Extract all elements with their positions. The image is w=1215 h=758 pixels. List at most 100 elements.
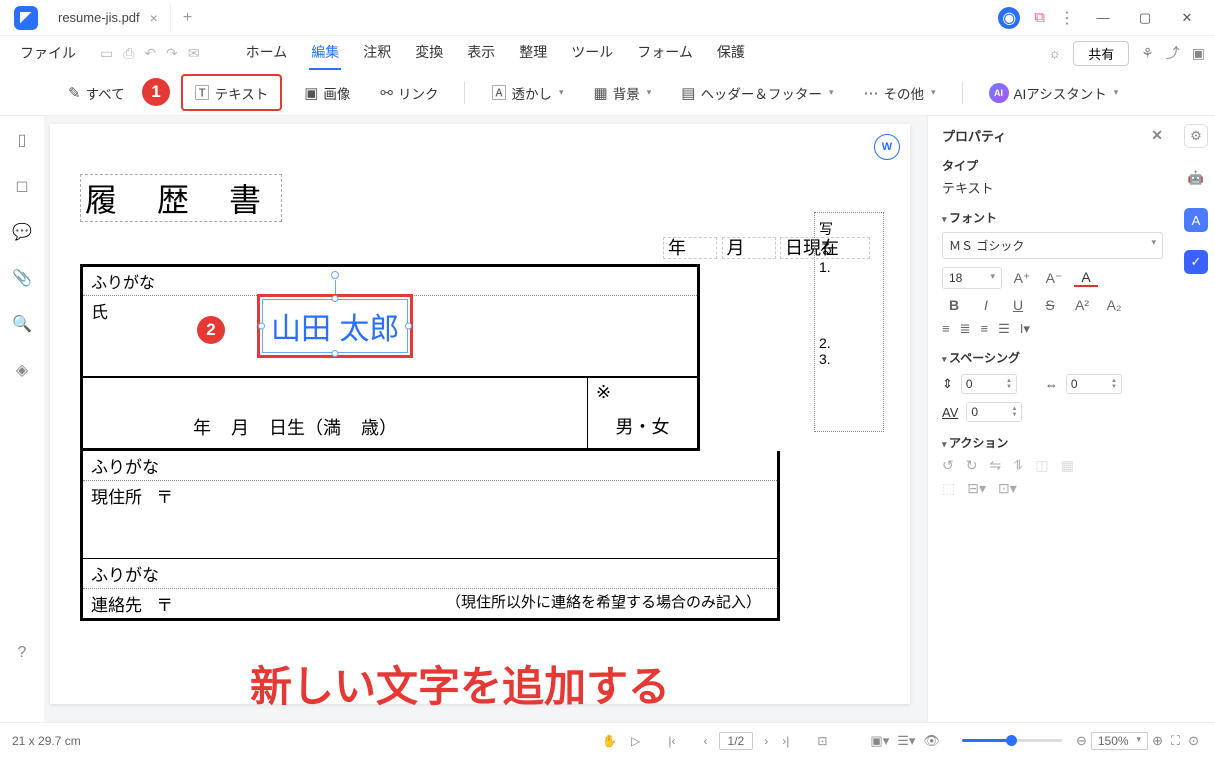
flip-h-icon[interactable]: ⇋ (989, 457, 1001, 474)
tab-convert[interactable]: 変換 (413, 36, 445, 70)
attachments-icon[interactable]: 📎 (12, 268, 32, 288)
tab-form[interactable]: フォーム (635, 36, 695, 70)
ai-chat-icon[interactable]: 🤖 (1184, 166, 1208, 190)
rotate-right-icon[interactable]: ↻ (966, 457, 978, 474)
close-panel-icon[interactable]: ✕ (1151, 127, 1163, 144)
font-color-icon[interactable]: A (1074, 269, 1098, 287)
more-status-icon[interactable]: ⊙ (1188, 733, 1199, 749)
italic-button[interactable]: I (974, 297, 998, 313)
font-section-label[interactable]: フォント (942, 209, 1163, 226)
gender-cell[interactable]: ※ 男・女 (587, 378, 697, 448)
text-tool-button[interactable]: 🅃 テキスト (181, 74, 283, 111)
fit-page-icon[interactable]: ▣▾ (870, 733, 889, 749)
view-mode-icon[interactable]: ☰▾ (897, 733, 915, 749)
open-icon[interactable]: ▭ (100, 45, 113, 62)
kebab-menu-icon[interactable]: ⋮ (1059, 8, 1075, 28)
prev-page-icon[interactable]: ‹ (701, 734, 711, 748)
extract-icon[interactable]: ⬚ (942, 480, 955, 497)
save-icon[interactable]: ✉ (188, 45, 200, 62)
align-justify-icon[interactable]: ☰ (998, 321, 1010, 337)
new-tab-button[interactable]: + (171, 9, 204, 27)
hand-tool-icon[interactable]: ✋ (599, 734, 620, 748)
resize-handle-right[interactable] (405, 323, 412, 330)
superscript-button[interactable]: A² (1070, 297, 1094, 313)
tab-close-icon[interactable]: × (150, 10, 158, 26)
address-row[interactable]: 現住所 〒 (83, 481, 777, 559)
tab-tools[interactable]: ツール (569, 36, 615, 70)
all-edit-button[interactable]: ✎ すべて (60, 78, 133, 108)
other-button[interactable]: ⋯ その他▾ (855, 78, 943, 108)
export-word-badge[interactable]: W (874, 134, 900, 160)
font-family-select[interactable]: ＭＳ ゴシック▾ (942, 232, 1163, 259)
crop-icon[interactable]: ◫ (1035, 457, 1048, 474)
search-icon[interactable]: 🔍 (12, 314, 32, 334)
ai-assistant-button[interactable]: AI AIアシスタント▾ (981, 78, 1127, 108)
select-tool-icon[interactable]: ▷ (628, 734, 643, 748)
settings-icon[interactable]: ▣ (1192, 45, 1205, 62)
image-tool-button[interactable]: ▣ 画像 (296, 78, 358, 108)
first-page-icon[interactable]: |‹ (665, 734, 678, 748)
rotate-handle[interactable] (331, 271, 339, 279)
furigana-label-1[interactable]: ふりがな (83, 267, 163, 295)
subscript-button[interactable]: A₂ (1102, 297, 1126, 313)
upload-icon[interactable]: ⤴ (1166, 43, 1180, 63)
page-number-input[interactable]: 1/2 (719, 732, 754, 750)
photo-placeholder[interactable]: 写 る 1. 2. 3. (814, 212, 884, 432)
decrease-size-icon[interactable]: A⁻ (1042, 270, 1066, 287)
tab-organize[interactable]: 整理 (517, 36, 549, 70)
increase-size-icon[interactable]: A⁺ (1010, 270, 1034, 287)
char-spacing-input[interactable]: 0▲▼ (1066, 374, 1122, 394)
share-button[interactable]: 共有 (1073, 41, 1129, 66)
document-tab[interactable]: resume-jis.pdf × (46, 4, 171, 32)
next-page-icon[interactable]: › (761, 734, 771, 748)
link-tool-button[interactable]: ⚯ リンク (372, 78, 446, 108)
watermark-button[interactable]: 🄰 透かし▾ (483, 77, 571, 108)
rotate-left-icon[interactable]: ↺ (942, 457, 954, 474)
resize-handle-top[interactable] (332, 295, 339, 302)
redo-icon[interactable]: ↷ (166, 45, 178, 62)
furigana-label-3[interactable]: ふりがな (83, 559, 777, 589)
account-icon[interactable]: ◉ (998, 7, 1020, 29)
panel-toggle-icon[interactable]: ⚙ (1184, 124, 1208, 148)
kerning-input[interactable]: 0▲▼ (966, 402, 1022, 422)
zoom-slider[interactable] (962, 739, 1062, 742)
replace-icon[interactable]: ▦ (1061, 457, 1074, 474)
file-menu[interactable]: ファイル (10, 39, 86, 67)
bookmarks-icon[interactable]: ◻ (15, 176, 28, 196)
text-direction-icon[interactable]: I▾ (1020, 321, 1030, 337)
fit-width-icon[interactable]: ⊡ (814, 734, 830, 748)
header-footer-button[interactable]: ▤ ヘッダー＆フッター▾ (673, 78, 841, 108)
zoom-out-icon[interactable]: ⊖ (1076, 733, 1087, 749)
distribute-icon[interactable]: ⊡▾ (998, 480, 1017, 497)
resize-handle-bottom[interactable] (332, 350, 339, 357)
selected-text-box[interactable]: 山田 太郎 (257, 294, 413, 358)
minimize-button[interactable]: — (1089, 4, 1117, 32)
align-center-icon[interactable]: ≣ (960, 321, 971, 337)
flip-v-icon[interactable]: ⥮ (1013, 457, 1023, 474)
layers-icon[interactable]: ◈ (16, 360, 28, 380)
tab-edit[interactable]: 編集 (309, 36, 341, 70)
line-spacing-input[interactable]: 0▲▼ (961, 374, 1017, 394)
tab-annotate[interactable]: 注釈 (361, 36, 393, 70)
font-size-select[interactable]: 18▾ (942, 267, 1002, 289)
translate-icon[interactable]: A (1184, 208, 1208, 232)
background-button[interactable]: ▦ 背景▾ (586, 78, 660, 108)
lightbulb-icon[interactable]: ☼ (1048, 45, 1061, 61)
shi-label[interactable]: 氏 (83, 296, 137, 376)
align-left-icon[interactable]: ≡ (942, 321, 950, 337)
read-mode-icon[interactable]: 👁 (923, 733, 940, 749)
undo-icon[interactable]: ↶ (144, 45, 156, 62)
close-window-button[interactable]: ✕ (1173, 4, 1201, 32)
resize-handle-left[interactable] (258, 323, 265, 330)
comments-icon[interactable]: 💬 (12, 222, 32, 242)
thumbnails-icon[interactable]: ▯ (18, 130, 27, 150)
action-section-label[interactable]: アクション (942, 434, 1163, 451)
spacing-section-label[interactable]: スペーシング (942, 349, 1163, 366)
align-right-icon[interactable]: ≡ (981, 321, 989, 337)
check-icon[interactable]: ✓ (1184, 250, 1208, 274)
tab-home[interactable]: ホーム (244, 36, 290, 70)
document-title[interactable]: 履 歴 書 (80, 174, 282, 222)
notification-icon[interactable]: ⧉ (1034, 9, 1045, 26)
zoom-level-select[interactable]: 150%▾ (1091, 732, 1148, 750)
bold-button[interactable]: B (942, 297, 966, 313)
